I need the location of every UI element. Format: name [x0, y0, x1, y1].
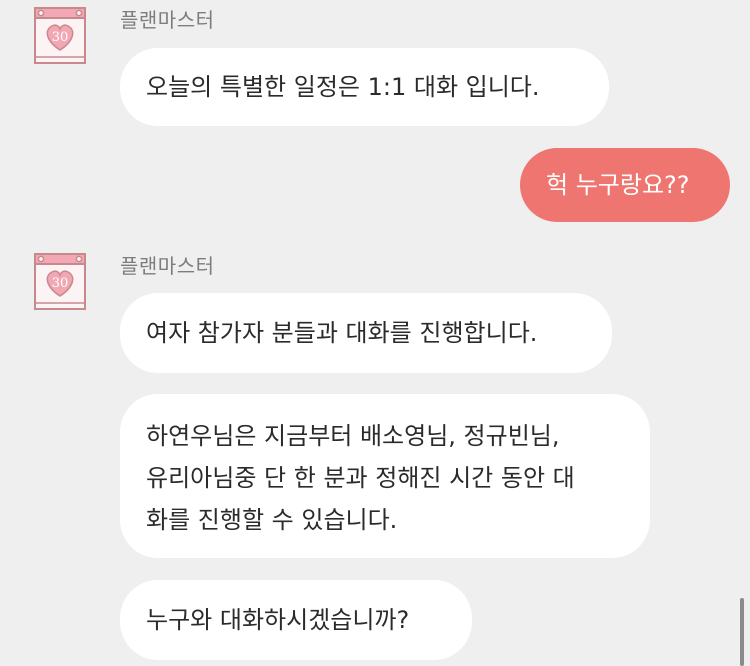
message-line: 하연우님은 지금부터 배소영님, 정규빈님, — [146, 422, 560, 450]
message-line: 유리아님중 단 한 분과 정해진 시간 동안 대 — [146, 464, 575, 492]
sender-name: 플랜마스터 — [120, 8, 215, 32]
avatar[interactable]: 30 — [34, 252, 86, 310]
calendar-heart-icon: 30 — [34, 253, 86, 310]
avatar-badge: 30 — [52, 276, 69, 291]
message-bubble: 여자 참가자 분들과 대화를 진행합니다. — [120, 293, 612, 373]
message-bubble: 누구와 대화하시겠습니까? — [120, 580, 472, 660]
sender-name: 플랜마스터 — [120, 254, 215, 278]
message-bubble: 하연우님은 지금부터 배소영님, 정규빈님, 유리아님중 단 한 분과 정해진 … — [120, 394, 650, 558]
my-message-bubble: 헉 누구랑요?? — [520, 148, 730, 222]
avatar-badge: 30 — [52, 30, 69, 45]
message-bubble: 오늘의 특별한 일정은 1:1 대화 입니다. — [120, 48, 609, 126]
message-line: 화를 진행할 수 있습니다. — [146, 506, 398, 534]
calendar-heart-icon: 30 — [34, 7, 86, 64]
scrollbar[interactable] — [740, 598, 744, 666]
avatar[interactable]: 30 — [34, 6, 86, 64]
